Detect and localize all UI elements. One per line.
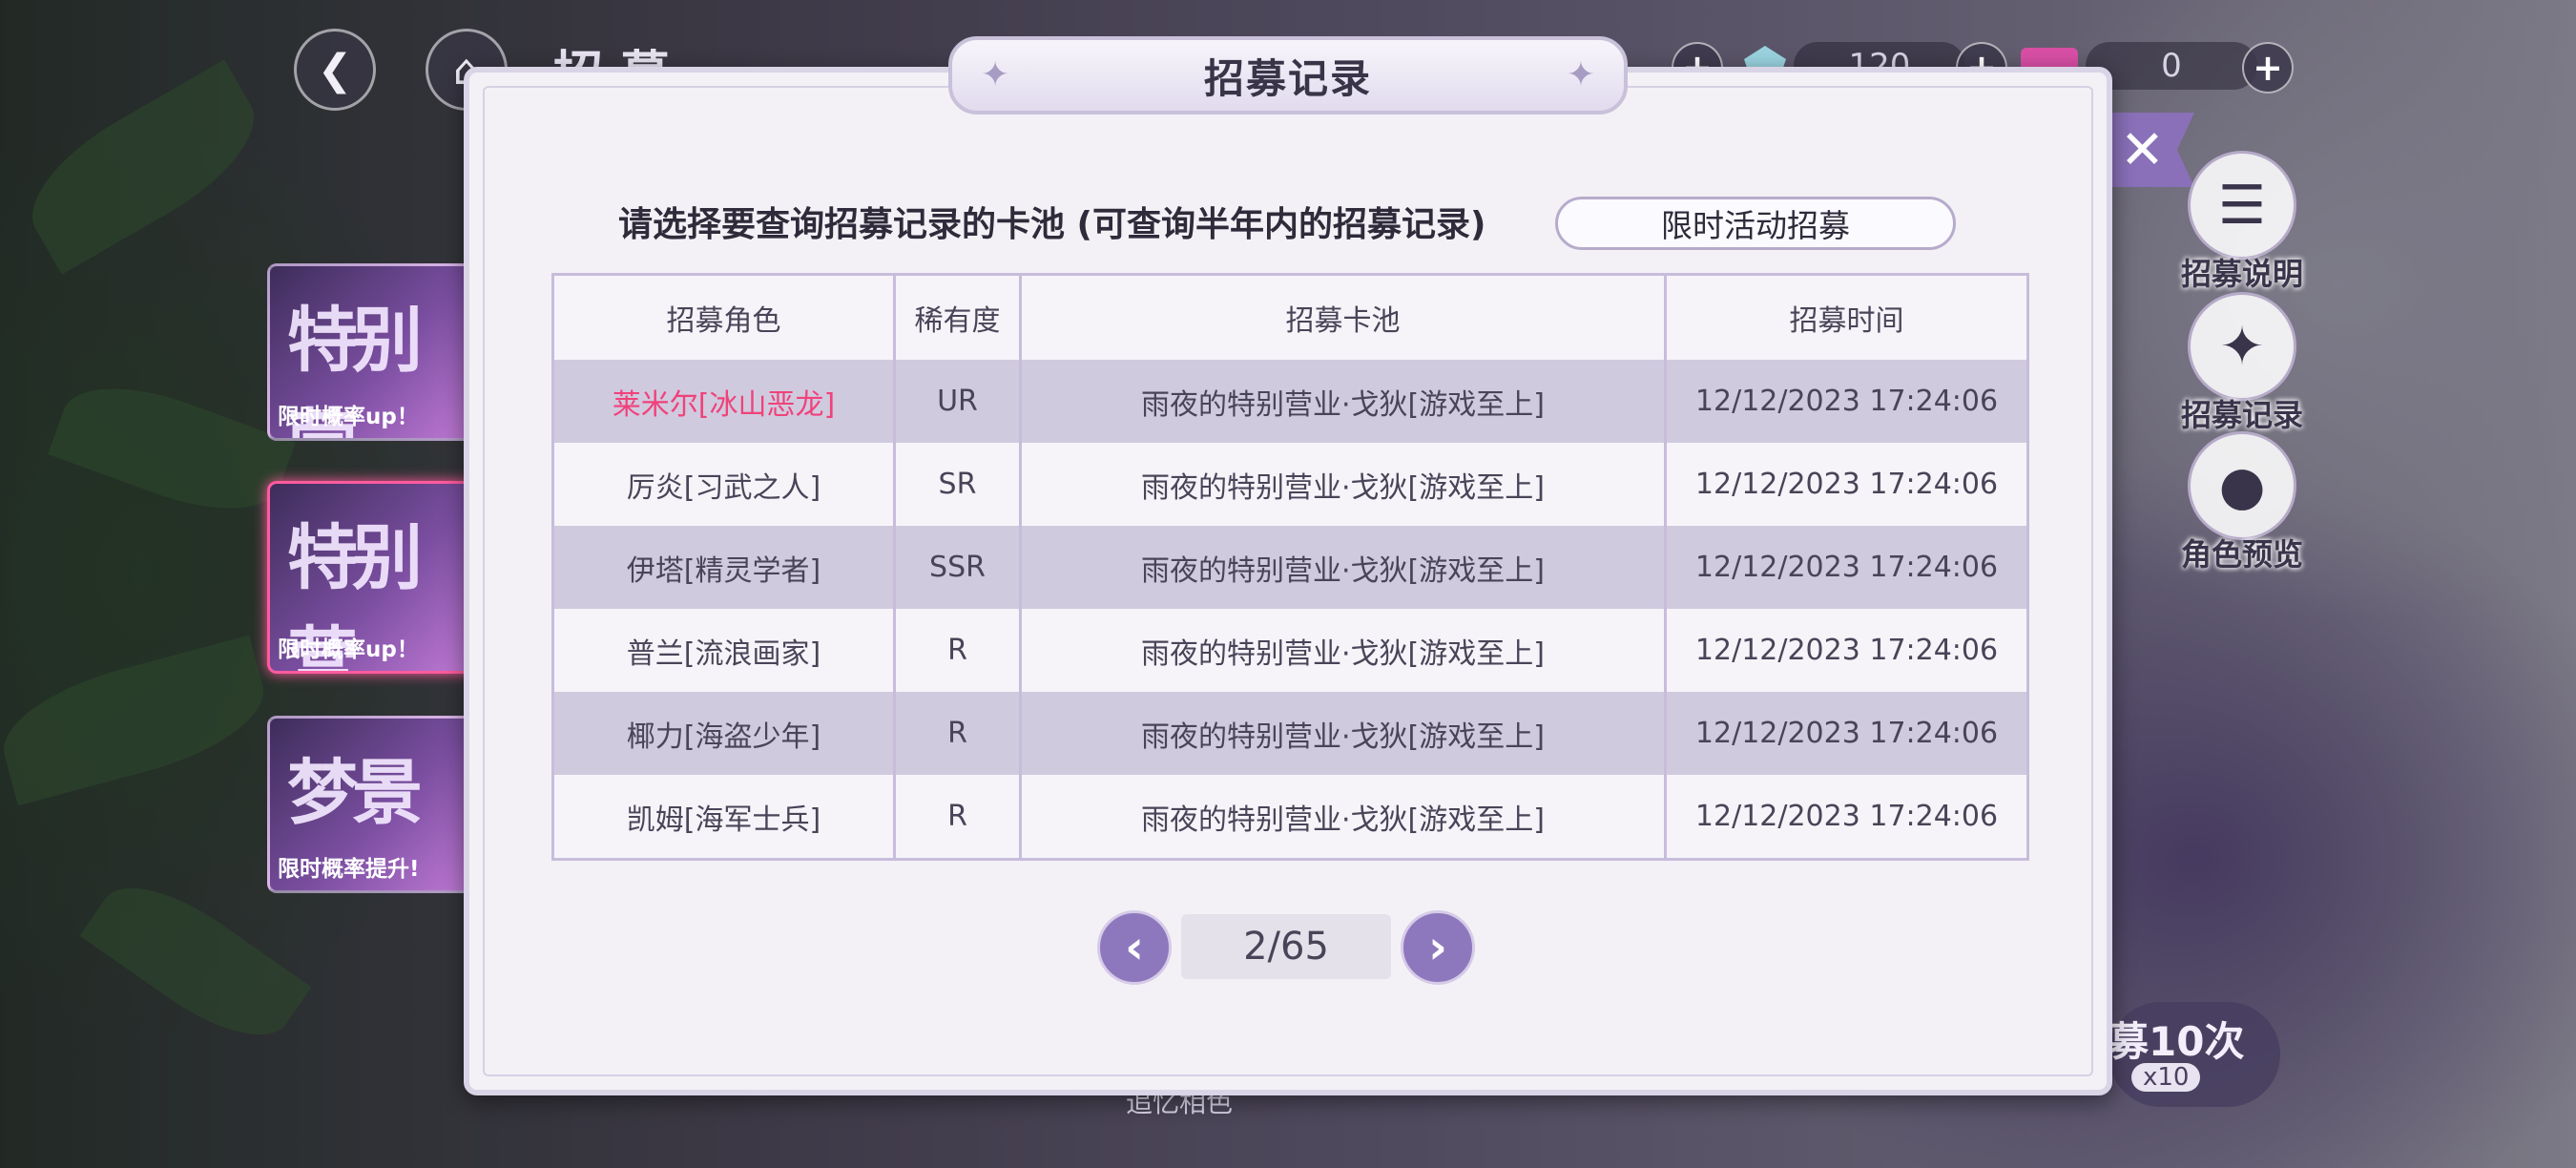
- dialog-title: 招募记录: [1203, 54, 1372, 102]
- sparkle-icon: ✦: [981, 55, 1010, 94]
- banner-card[interactable]: 梦景 限时概率提升!: [267, 716, 478, 893]
- rarity: SR: [893, 443, 1021, 526]
- pool-name: 雨夜的特别营业·戈狄[游戏至上]: [1019, 443, 1666, 526]
- rarity: UR: [893, 360, 1021, 443]
- column-header: 稀有度: [893, 274, 1021, 360]
- add-ticket-button[interactable]: +: [2242, 42, 2294, 94]
- table-row: 莱米尔[冰山恶龙] UR 雨夜的特别营业·戈狄[游戏至上] 12/12/2023…: [551, 360, 2028, 443]
- clipboard-icon: ☰: [2188, 151, 2296, 260]
- table-header-row: 招募角色 稀有度 招募卡池 招募时间: [551, 274, 2028, 360]
- side-menu-label: 角色预览: [2180, 536, 2303, 573]
- character-name: 普兰[流浪画家]: [551, 609, 895, 692]
- banner-art: 梦景: [287, 752, 423, 834]
- chevron-left-icon: ‹: [1125, 921, 1144, 974]
- banner-card[interactable]: 特别营 限时概率up！: [267, 263, 478, 441]
- recruit-time: 12/12/2023 17:24:06: [1664, 692, 2028, 775]
- character-name: 椰力[海盗少年]: [551, 692, 895, 775]
- back-arrow-icon: ❮: [317, 45, 353, 94]
- side-menu-character-preview[interactable]: ● 角色预览: [2147, 431, 2337, 574]
- table-row: 椰力[海盗少年] R 雨夜的特别营业·戈狄[游戏至上] 12/12/2023 1…: [551, 692, 2028, 775]
- column-header: 招募角色: [551, 274, 895, 360]
- pool-name: 雨夜的特别营业·戈狄[游戏至上]: [1019, 609, 1666, 692]
- character-name: 厉炎[习武之人]: [551, 443, 895, 526]
- side-menu-recruit-records[interactable]: ✦ 招募记录: [2147, 292, 2337, 435]
- table-row: 普兰[流浪画家] R 雨夜的特别营业·戈狄[游戏至上] 12/12/2023 1…: [551, 609, 2028, 692]
- table-row: 凯姆[海军士兵] R 雨夜的特别营业·戈狄[游戏至上] 12/12/2023 1…: [551, 775, 2028, 860]
- pool-select-dropdown[interactable]: 限时活动招募: [1555, 197, 1956, 250]
- rarity: R: [893, 775, 1021, 860]
- next-page-button[interactable]: ›: [1401, 910, 1475, 985]
- column-header: 招募时间: [1664, 274, 2028, 360]
- cards-icon: ✦: [2188, 292, 2296, 401]
- pool-name: 雨夜的特别营业·戈狄[游戏至上]: [1019, 692, 1666, 775]
- banner-tag: 限时概率提升!: [278, 857, 420, 882]
- character-name: 伊塔[精灵学者]: [551, 526, 895, 609]
- side-menu-label: 招募说明: [2180, 256, 2303, 292]
- back-button[interactable]: ❮: [294, 29, 376, 111]
- recruit-10-button[interactable]: 募10次 x10: [2109, 1002, 2280, 1107]
- banner-tag: 限时概率up！: [278, 637, 419, 662]
- prev-page-button[interactable]: ‹: [1097, 910, 1172, 985]
- pool-name: 雨夜的特别营业·戈狄[游戏至上]: [1019, 775, 1666, 860]
- side-menu-label: 招募记录: [2180, 397, 2303, 433]
- rarity: R: [893, 609, 1021, 692]
- character-name: 凯姆[海军士兵]: [551, 775, 895, 860]
- recruit-time: 12/12/2023 17:24:06: [1664, 609, 2028, 692]
- records-table: 招募角色 稀有度 招募卡池 招募时间 莱米尔[冰山恶龙] UR 雨夜的特别营业·…: [551, 273, 2029, 861]
- column-header: 招募卡池: [1019, 274, 1666, 360]
- person-icon: ●: [2188, 431, 2296, 540]
- chevron-right-icon: ›: [1428, 921, 1447, 974]
- pool-select-prompt: 请选择要查询招募记录的卡池 (可查询半年内的招募记录): [618, 205, 1486, 244]
- pool-name: 雨夜的特别营业·戈狄[游戏至上]: [1019, 360, 1666, 443]
- dialog-title-plate: ✦ 招募记录 ✦: [948, 36, 1628, 115]
- recruit-10-cost: x10: [2131, 1063, 2201, 1092]
- page-indicator: 2/65: [1181, 914, 1391, 979]
- recruit-time: 12/12/2023 17:24:06: [1664, 443, 2028, 526]
- banner-tag: 限时概率up！: [278, 405, 419, 429]
- recruit-time: 12/12/2023 17:24:06: [1664, 526, 2028, 609]
- table-row: 厉炎[习武之人] SR 雨夜的特别营业·戈狄[游戏至上] 12/12/2023 …: [551, 443, 2028, 526]
- banner-card-selected[interactable]: 特别营 限时概率up！: [267, 481, 478, 674]
- recruit-time: 12/12/2023 17:24:06: [1664, 775, 2028, 860]
- table-row: 伊塔[精灵学者] SSR 雨夜的特别营业·戈狄[游戏至上] 12/12/2023…: [551, 526, 2028, 609]
- pool-name: 雨夜的特别营业·戈狄[游戏至上]: [1019, 526, 1666, 609]
- sparkle-icon: ✦: [1566, 55, 1595, 94]
- rarity: SSR: [893, 526, 1021, 609]
- rarity: R: [893, 692, 1021, 775]
- side-menu-recruit-info[interactable]: ☰ 招募说明: [2147, 151, 2337, 294]
- character-name: 莱米尔[冰山恶龙]: [551, 360, 895, 443]
- recruit-time: 12/12/2023 17:24:06: [1664, 360, 2028, 443]
- recruit-10-label: 募10次: [2109, 1018, 2245, 1065]
